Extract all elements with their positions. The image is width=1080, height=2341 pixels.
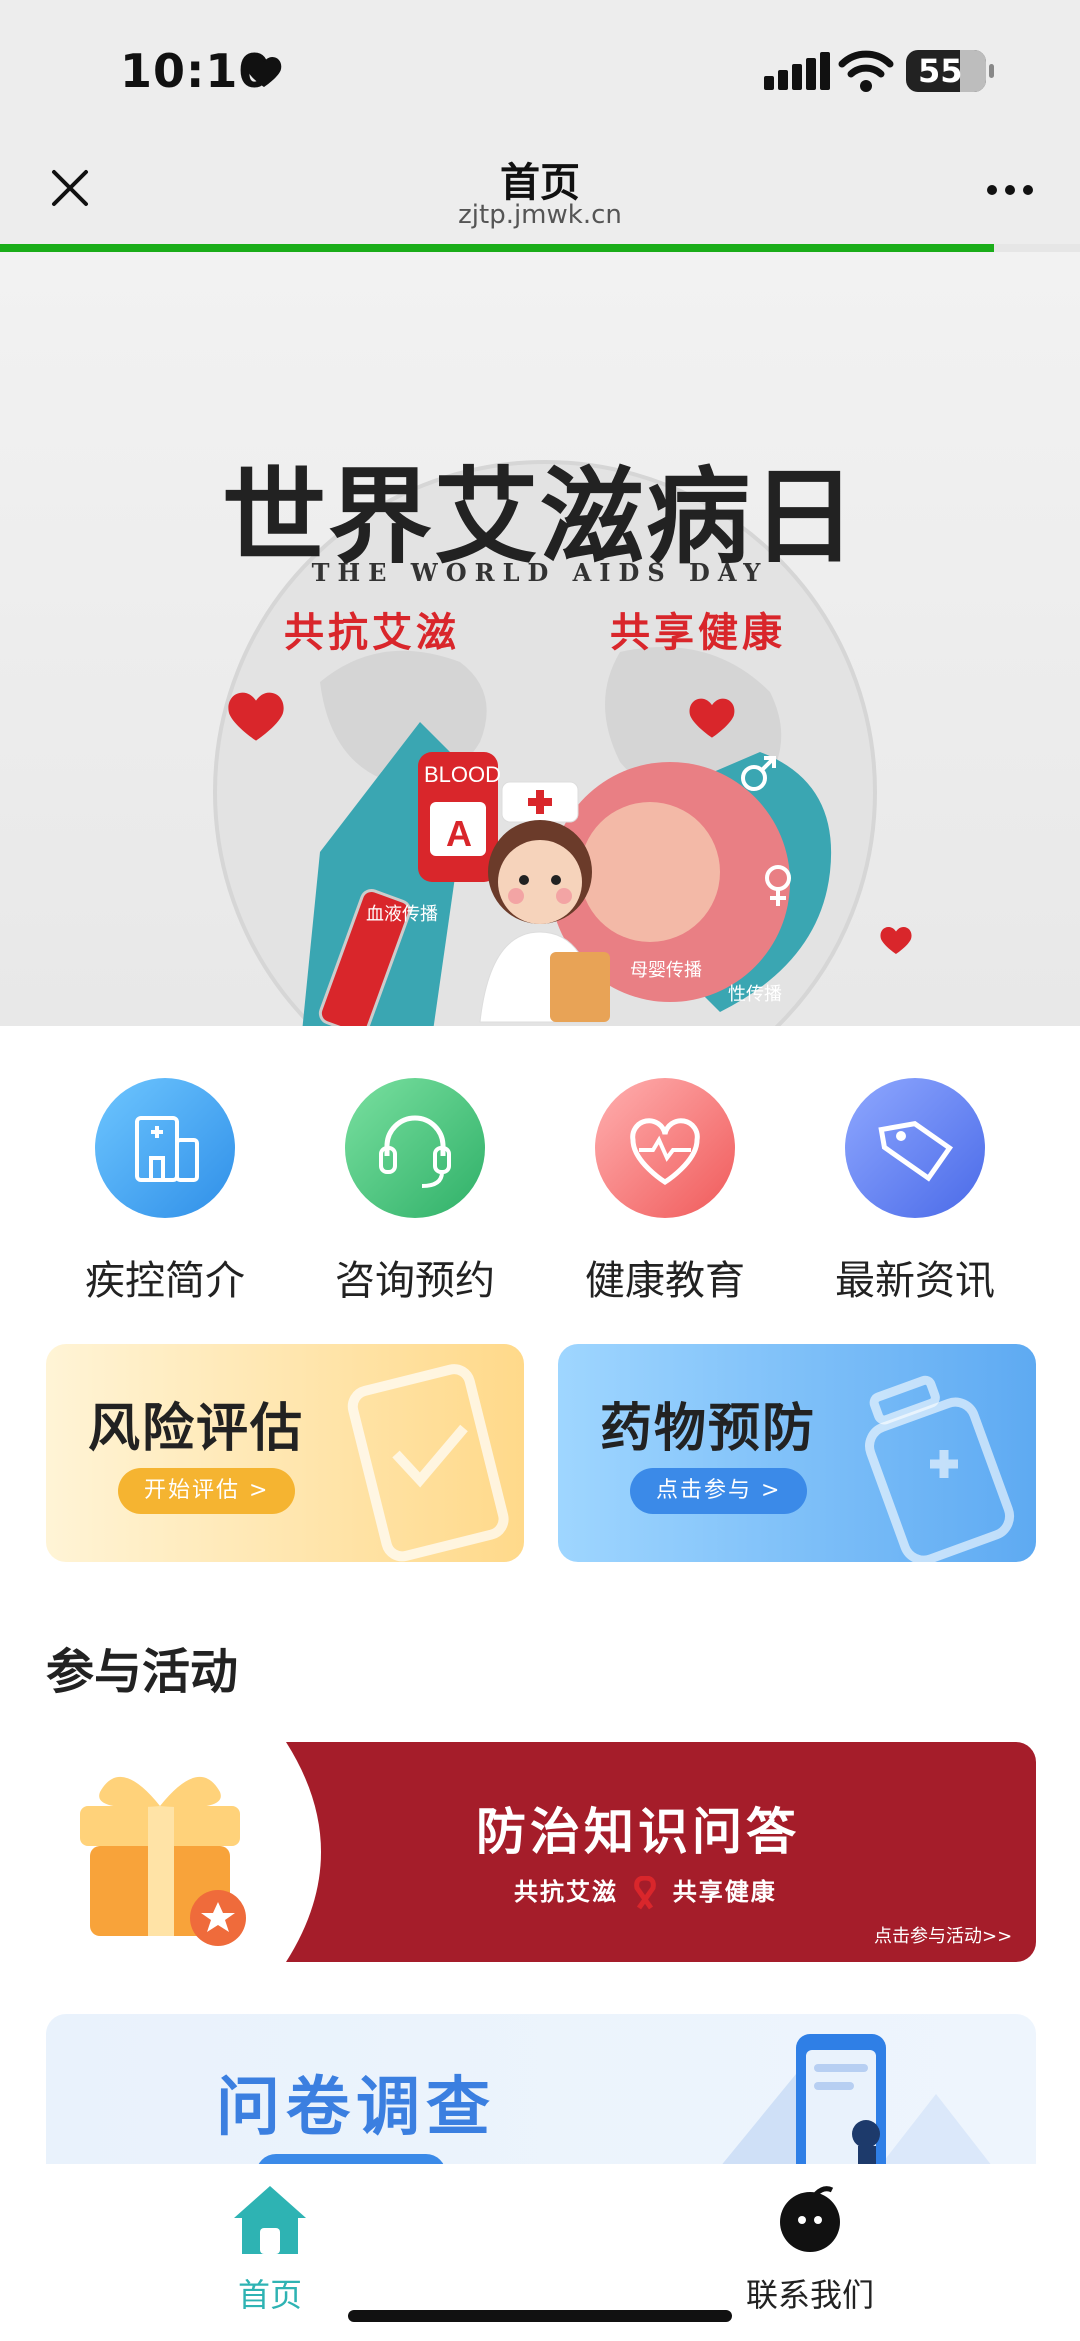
contact-icon [780,2186,840,2252]
join-prevention-button[interactable]: 点击参与 > [630,1468,808,1514]
gift-box-icon [80,1776,246,1946]
questionnaire-banner[interactable]: 问卷调查 [46,2014,1036,2184]
aids-day-banner[interactable]: BLOOD A 世界艾滋病日 THE WORLD AIDS DAY 共抗艾滋 共… [0,252,1080,1026]
quiz-subtitle: 共抗艾滋 共享健康 [514,1872,777,1910]
quick-entry-row: 疾控简介 咨询预约 健康教育 最新资讯 [0,1078,1080,1318]
quiz-title: 防治知识问答 [476,1803,800,1861]
quiz-subtitle-right: 共享健康 [672,1878,777,1906]
heart-pulse-icon [595,1078,735,1218]
status-bar: 10:10 55 [0,0,1080,140]
section-title-activities: 参与活动 [46,1644,239,1700]
banner-slogan-right: 共享健康 [610,610,786,656]
page-url: zjtp.jmwk.cn [458,200,622,230]
banner-label-sex: 性传播 [728,984,782,1005]
battery-indicator: 55 [906,50,994,92]
male-symbol-icon [741,756,776,791]
wifi-icon [838,50,894,92]
tag-icon [845,1078,985,1218]
banner-subtitle: THE WORLD AIDS DAY [311,558,769,587]
page-load-progress [0,244,1080,252]
quick-entry-label: 咨询预约 [335,1258,495,1304]
start-assessment-button[interactable]: 开始评估 > [118,1468,296,1514]
banner-label-blood: 血液传播 [366,904,438,925]
drug-prevention-card[interactable]: 药物预防 点击参与 > [558,1344,1036,1562]
quick-entry-news[interactable]: 最新资讯 [790,1078,1040,1306]
quick-entry-intro[interactable]: 疾控简介 [40,1078,290,1306]
syringe-illustration [318,888,412,1026]
tab-contact[interactable]: 联系我们 [710,2182,910,2316]
heart-icon [880,927,912,954]
checklist-icon [347,1364,509,1562]
quiz-join-link[interactable]: 点击参与活动>> [874,1922,1012,1948]
female-symbol-icon [765,865,791,906]
quick-entry-label: 疾控简介 [85,1258,245,1304]
cellular-signal-icon [764,52,830,90]
tab-home[interactable]: 首页 [170,2182,370,2316]
phone-illustration [706,2034,1006,2184]
home-indicator[interactable] [348,2310,732,2322]
hospital-icon [95,1078,235,1218]
page-load-progress-fill [0,244,994,252]
survey-title: 问卷调查 [216,2071,496,2145]
quiz-subtitle-left: 共抗艾滋 [514,1878,618,1906]
home-icon [234,2186,306,2254]
medicine-bottle-icon [865,1375,1015,1562]
nurse-illustration [479,781,610,1023]
banner-slogan-left: 共抗艾滋 [284,610,460,656]
quick-entry-label: 最新资讯 [835,1258,995,1304]
card-title: 风险评估 [88,1399,305,1459]
knowledge-quiz-banner[interactable]: 防治知识问答 共抗艾滋 共享健康 点击参与活动>> [46,1742,1036,1962]
battery-fill [960,50,986,92]
headset-icon [345,1078,485,1218]
card-title: 药物预防 [600,1399,817,1459]
heart-icon [228,692,284,741]
heart-icon [689,698,735,738]
banner-label-mother: 母婴传播 [630,960,702,981]
risk-assessment-card[interactable]: 风险评估 开始评估 > [46,1344,524,1562]
heart-icon [246,57,282,87]
quick-entry-label: 健康教育 [585,1258,745,1304]
red-ribbon-icon [634,1875,657,1910]
quick-entry-education[interactable]: 健康教育 [540,1078,790,1306]
tab-contact-label: 联系我们 [745,2276,874,2314]
tab-home-label: 首页 [237,2276,302,2314]
more-options-icon[interactable] [984,176,1036,204]
battery-level: 55 [918,52,963,90]
quick-entry-consult[interactable]: 咨询预约 [290,1078,540,1306]
